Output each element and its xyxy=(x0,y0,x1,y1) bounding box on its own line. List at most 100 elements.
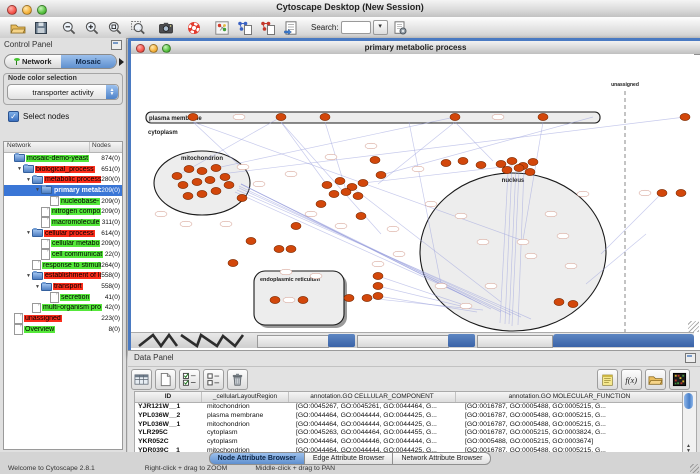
graph-node[interactable] xyxy=(496,160,506,167)
attribute-table-icon[interactable] xyxy=(131,369,152,390)
chevron-down-icon[interactable]: ▾ xyxy=(373,20,388,35)
graph-node[interactable] xyxy=(341,188,351,195)
title-bar[interactable]: Cytoscape Desktop (New Session) xyxy=(0,0,700,18)
region-plasma-membrane[interactable] xyxy=(146,112,600,123)
graph-node[interactable] xyxy=(274,245,284,252)
import-network-icon[interactable] xyxy=(235,19,255,37)
column-header[interactable]: ID xyxy=(135,392,202,402)
import-attributes-icon[interactable] xyxy=(258,19,278,37)
expander-icon[interactable]: ▼ xyxy=(25,230,32,236)
node-color-dropdown[interactable]: transporter activity ▲▼ xyxy=(7,84,119,100)
node-label-pill[interactable] xyxy=(372,261,384,267)
graph-node[interactable] xyxy=(657,189,667,196)
node-label-pill[interactable] xyxy=(492,114,504,120)
node-label-pill[interactable] xyxy=(283,297,295,303)
node-label-pill[interactable] xyxy=(393,251,405,257)
graph-node[interactable] xyxy=(211,164,221,171)
table-cell[interactable]: YPL036W__1 xyxy=(135,421,204,430)
table-cell[interactable]: [GO:0045263, GO:0044464, GO:0044455, G..… xyxy=(293,429,462,438)
network-view-window[interactable]: primary metabolic process plasma membran… xyxy=(128,38,700,356)
graph-node[interactable] xyxy=(237,194,247,201)
graph-node[interactable] xyxy=(228,259,238,266)
table-cell[interactable]: mitochondrion xyxy=(204,403,293,412)
table-cell[interactable]: [GO:0016787, GO:0005488, GO:0005215, G..… xyxy=(462,412,684,421)
graph-node[interactable] xyxy=(320,113,330,120)
node-label-pill[interactable] xyxy=(525,253,537,259)
node-label-pill[interactable] xyxy=(545,211,557,217)
table-cell[interactable]: cytoplasm xyxy=(204,438,293,447)
table-row[interactable]: YPL036W__1mitochondrion[GO:0044464, GO:0… xyxy=(135,421,684,430)
graph-node[interactable] xyxy=(276,113,286,120)
graph-node[interactable] xyxy=(476,161,486,168)
node-label-pill[interactable] xyxy=(325,154,337,160)
node-label-pill[interactable] xyxy=(280,269,292,275)
tree-item-nitrogen-compo[interactable]: nitrogen compo209(0) xyxy=(4,206,122,217)
attribute-table-body[interactable]: YJR121W__1mitochondrion[GO:0045267, GO:0… xyxy=(135,403,684,456)
tree-item-unassigned[interactable]: unassigned223(0) xyxy=(4,313,122,324)
table-row[interactable]: YJR121W__1mitochondrion[GO:0045267, GO:0… xyxy=(135,403,684,412)
tree-item-metabolic-process[interactable]: ▼metabolic process280(0) xyxy=(4,174,122,185)
tree-item-response-to-stimulu[interactable]: response to stimulu264(0) xyxy=(4,260,122,271)
expander-icon[interactable]: ▼ xyxy=(25,273,32,279)
zoom-selected-icon[interactable] xyxy=(128,19,148,37)
node-label-pill[interactable] xyxy=(233,114,245,120)
graph-node[interactable] xyxy=(507,157,517,164)
zoom-in-icon[interactable] xyxy=(82,19,102,37)
float-panel-icon[interactable] xyxy=(111,40,122,50)
tree-item-cellular-process[interactable]: ▼cellular process614(0) xyxy=(4,228,122,239)
graph-node[interactable] xyxy=(554,298,564,305)
node-label-pill[interactable] xyxy=(155,211,167,217)
graph-node[interactable] xyxy=(322,181,332,188)
scrollbar-thumb[interactable] xyxy=(684,393,693,409)
zoom-out-icon[interactable] xyxy=(59,19,79,37)
tab-overflow-arrow-icon[interactable] xyxy=(119,58,124,66)
table-cell[interactable]: mitochondrion xyxy=(204,421,293,430)
node-label-pill[interactable] xyxy=(365,143,377,149)
graph-node[interactable] xyxy=(373,292,383,299)
graph-node[interactable] xyxy=(291,222,301,229)
tree-item-cell-communicat[interactable]: cell communicat22(0) xyxy=(4,249,122,260)
tab-node-attribute-browser[interactable]: Node Attribute Browser xyxy=(209,452,305,465)
graph-node[interactable] xyxy=(502,166,512,173)
network-canvas-area[interactable]: plasma membranecytoplasmmitochondrionnuc… xyxy=(131,54,694,332)
configure-search-icon[interactable] xyxy=(390,19,410,37)
attribute-table-header[interactable]: ID_cellularLayoutRegionannotation.GO CEL… xyxy=(135,392,684,403)
graph-node[interactable] xyxy=(220,173,230,180)
graph-node[interactable] xyxy=(525,168,535,175)
graph-node[interactable] xyxy=(376,171,386,178)
graph-node[interactable] xyxy=(450,113,460,120)
graph-node[interactable] xyxy=(335,177,345,184)
graph-node[interactable] xyxy=(344,294,354,301)
graph-node[interactable] xyxy=(188,113,198,120)
node-label-pill[interactable] xyxy=(253,181,265,187)
expander-icon[interactable]: ▼ xyxy=(25,177,32,183)
network-canvas[interactable]: plasma membranecytoplasmmitochondrionnuc… xyxy=(131,54,694,332)
zoom-fit-icon[interactable] xyxy=(105,19,125,37)
attribute-table[interactable]: ID_cellularLayoutRegionannotation.GO CEL… xyxy=(134,391,685,457)
delete-attribute-icon[interactable] xyxy=(227,369,248,390)
table-cell[interactable]: cytoplasm xyxy=(204,429,293,438)
tree-header-network[interactable]: Network xyxy=(4,142,90,152)
graph-node[interactable] xyxy=(458,157,468,164)
graph-node[interactable] xyxy=(224,181,234,188)
node-label-pill[interactable] xyxy=(305,211,317,217)
node-label-pill[interactable] xyxy=(455,213,467,219)
tree-item-cellular-metabo[interactable]: cellular metabo209(0) xyxy=(4,239,122,250)
node-label-pill[interactable] xyxy=(180,221,192,227)
column-header[interactable]: annotation.GO MOLECULAR_FUNCTION xyxy=(456,392,684,402)
table-cell[interactable]: [GO:0045267, GO:0045261, GO:0044464, G..… xyxy=(293,403,462,412)
node-label-pill[interactable] xyxy=(460,303,472,309)
node-label-pill[interactable] xyxy=(310,273,322,279)
attribute-matrix-icon[interactable] xyxy=(669,369,690,390)
node-label-pill[interactable] xyxy=(237,164,249,170)
tree-item-secretion[interactable]: secretion41(0) xyxy=(4,292,122,303)
graph-node[interactable] xyxy=(197,190,207,197)
graph-node[interactable] xyxy=(373,272,383,279)
node-label-pill[interactable] xyxy=(517,239,529,245)
app-resize-grip[interactable] xyxy=(690,464,699,473)
graph-node[interactable] xyxy=(514,164,524,171)
tree-item-establishment-of-lo[interactable]: ▼establishment of lo558(0) xyxy=(4,271,122,282)
node-label-pill[interactable] xyxy=(577,191,589,197)
tree-item-multi-organism-pro[interactable]: multi-organism pro42(0) xyxy=(4,303,122,314)
new-attribute-icon[interactable] xyxy=(155,369,176,390)
